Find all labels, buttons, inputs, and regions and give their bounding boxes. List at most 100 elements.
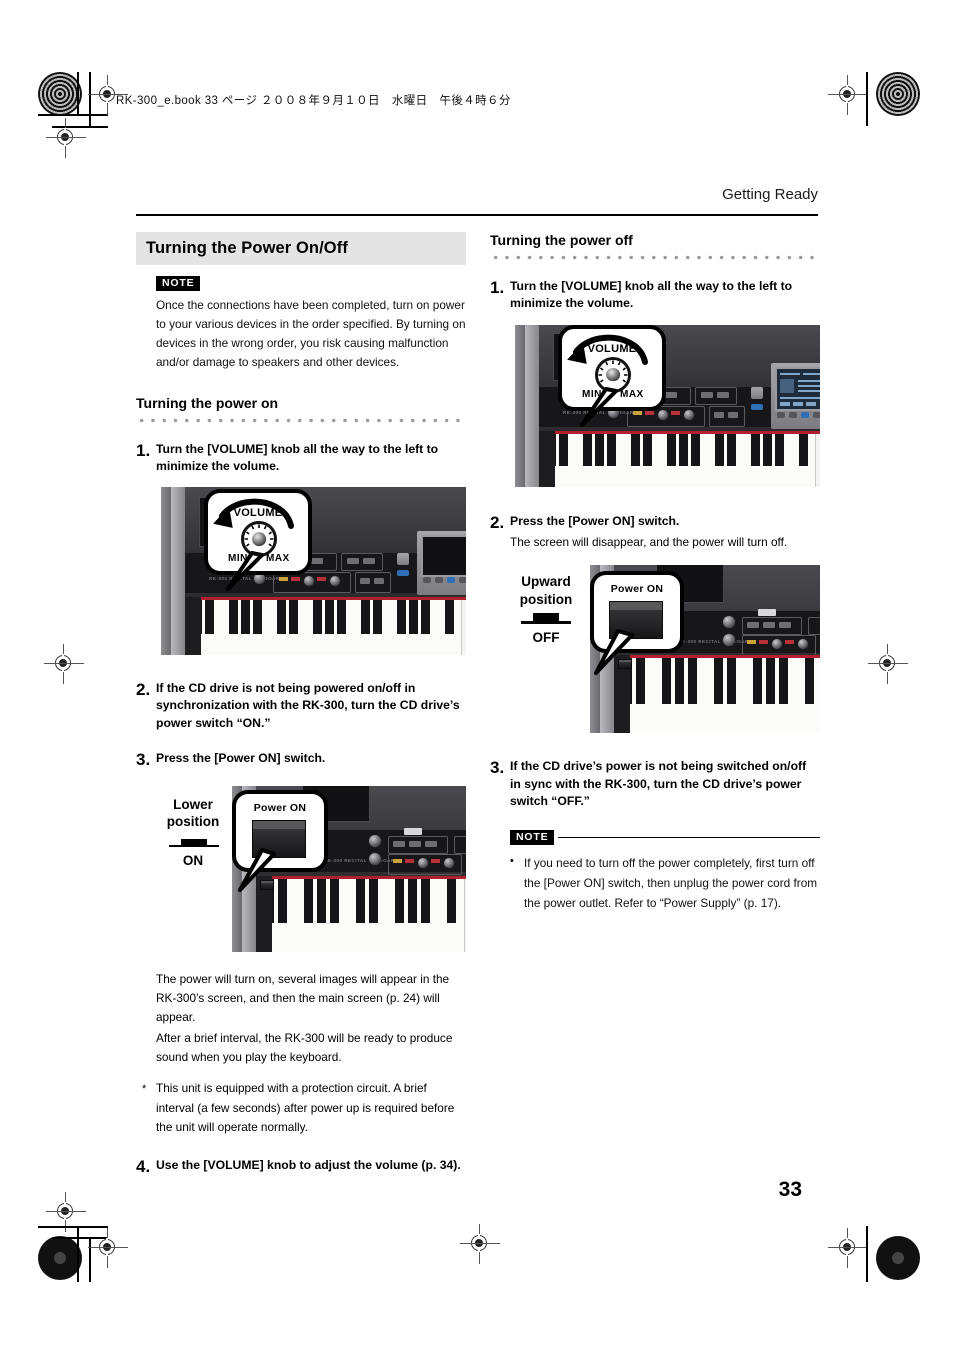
panel-button (360, 578, 370, 585)
print-filename-stamp: RK-300_e.book 33 ページ ２００８年９月１０日 水曜日 午後４時… (116, 95, 511, 107)
panel-indicator (671, 410, 680, 415)
step-text: Press the [Power ON] switch. (156, 751, 326, 766)
switch-down-glyph-icon (169, 838, 219, 849)
panel-knob (657, 408, 669, 421)
registration-target-left-middle (44, 644, 84, 684)
step-text: Press the [Power ON] switch. (510, 513, 680, 528)
footnote-text: This unit is equipped with a protection … (156, 1081, 455, 1134)
registration-color-dot-top-left (38, 72, 82, 116)
registration-color-dot-bottom-left (38, 1236, 82, 1280)
callout-volume-tail (226, 551, 264, 592)
note-text: If you need to turn off the power comple… (524, 856, 818, 911)
panel-button (393, 840, 405, 847)
step-number: 4. (136, 1156, 151, 1176)
panel-button (374, 578, 384, 585)
step-1: 1. Turn the [VOLUME] knob all the way to… (490, 278, 820, 313)
callout-volume-tail (580, 386, 618, 427)
panel-button (728, 411, 738, 418)
panel-button (779, 622, 791, 629)
figure-volume-knob-off: Roland RK-300 RECITAL KEYBOARD (490, 324, 820, 495)
step-3: 3. If the CD drive’s power is not being … (490, 758, 820, 810)
step-number: 1. (136, 440, 151, 460)
panel-port-blue (397, 570, 409, 577)
panel-knob (683, 408, 695, 421)
callout-power-tail (594, 629, 634, 676)
knob-max-label: MAX (620, 388, 644, 400)
section-heading-power-on: Turning the power on (136, 394, 279, 411)
lcd-soft-key (435, 577, 443, 584)
callout-power-label: Power ON (253, 801, 307, 814)
footnote-marker: * (142, 1083, 147, 1096)
panel-button (311, 558, 323, 565)
body-paragraph-1: The power will turn on, several images w… (156, 971, 450, 1025)
lcd-soft-key (789, 411, 797, 418)
knob-tick-marks-icon (244, 524, 274, 547)
panel-indicator (317, 577, 326, 582)
panel-port-block (751, 386, 763, 399)
page-number: 33 (778, 1178, 802, 1201)
keyboard-keys (614, 655, 820, 734)
panel-indicator (279, 577, 288, 582)
secondary-knob (368, 851, 382, 866)
step-number: 3. (136, 750, 151, 770)
left-column: Turning the Power On/Off NOTE Once the c… (136, 232, 466, 1176)
lcd-soft-key (447, 577, 455, 584)
panel-group-parts (454, 835, 466, 854)
header-rule (136, 214, 818, 216)
crop-mark-top-left-v (77, 72, 79, 114)
lcd-screen-off (421, 535, 466, 578)
figure-volume-knob-on: Roland RK-300 RECITAL KEYBOARD (136, 487, 466, 662)
crop-mark-bottom-right-v (866, 1226, 868, 1282)
step-4: 4. Use the [VOLUME] knob to adjust the v… (136, 1157, 466, 1177)
panel-knob (417, 856, 429, 869)
panel-button (347, 558, 359, 565)
panel-button (409, 840, 421, 847)
figure-power-switch-off: Upward position OFF RK-300 RECITAL KEYBO… (490, 565, 820, 740)
crop-mark-bottom-left-v (77, 1226, 79, 1282)
panel-indicator (404, 827, 422, 835)
knob-max-label: MAX (266, 553, 290, 565)
volume-knob-on-panel (368, 833, 382, 848)
panel-button (747, 622, 759, 629)
knob-tick-marks-icon (598, 360, 628, 383)
step-subtext: The screen will disappear, and the power… (510, 534, 788, 549)
panel-button (425, 840, 437, 847)
panel-port-blue (751, 403, 763, 410)
keyboard-keys (539, 430, 820, 487)
crop-mark-top-right-v (866, 72, 868, 126)
registration-color-dot-bottom-right (876, 1236, 920, 1280)
step-text: Turn the [VOLUME] knob all the way to th… (156, 441, 439, 473)
registration-target-bottom-right (828, 1228, 868, 1268)
panel-indicator (291, 577, 300, 582)
lcd-soft-key (459, 577, 466, 584)
lcd-soft-key (777, 411, 785, 418)
step-number: 1. (490, 278, 505, 297)
step-text: If the CD drive’s power is not being swi… (510, 759, 807, 808)
section-heading-power-off: Turning the power off (490, 232, 633, 248)
switch-position-line1: Lower (173, 796, 213, 812)
switch-state-label: OFF (532, 630, 560, 646)
note-badge: NOTE (510, 830, 555, 846)
panel-button (714, 411, 724, 418)
panel-button (363, 558, 375, 565)
step-1: 1. Turn the [VOLUME] knob all the way to… (136, 441, 466, 476)
page-title: Turning the Power On/Off (136, 232, 466, 265)
panel-button (665, 391, 677, 398)
panel-indicator (633, 410, 642, 415)
figure-power-switch-on: Lower position ON RK-300 RECITAL KEYBOAR… (136, 785, 466, 958)
registration-target-top-left-lower (46, 118, 86, 158)
panel-group-parts (808, 617, 820, 636)
registration-target-right-middle (868, 644, 908, 684)
note-block-bottom: NOTE • If you need to turn off the power… (490, 830, 820, 913)
step-text: Use the [VOLUME] knob to adjust the volu… (156, 1157, 461, 1172)
panel-button (717, 391, 729, 398)
panel-indicator (759, 640, 768, 645)
keyboard-keys (185, 597, 466, 656)
switch-position-line2: position (166, 814, 220, 830)
step-number: 3. (490, 758, 505, 778)
switch-position-label: Lower position (148, 796, 238, 831)
note-text: Once the connections have been completed… (156, 298, 466, 370)
switch-position-line2: position (519, 591, 573, 607)
panel-button (763, 622, 775, 629)
step-2: 2. If the CD drive is not being powered … (136, 680, 466, 732)
